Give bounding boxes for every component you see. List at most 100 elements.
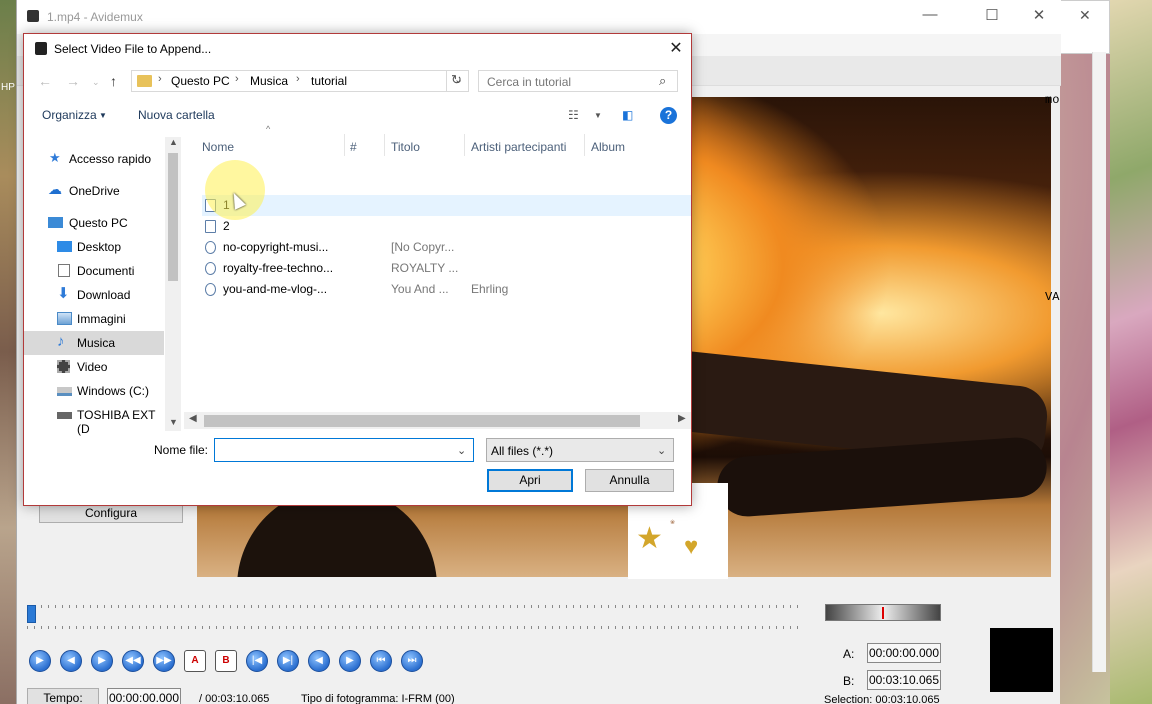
chevron-right-icon[interactable]: ▶ <box>678 413 686 424</box>
current-time-field[interactable]: 00:00:00.000 <box>107 688 181 704</box>
back-icon[interactable]: ← <box>38 73 52 89</box>
chevron-right-icon[interactable]: › <box>158 73 162 85</box>
previous-keyframe-icon[interactable]: ◀◀ <box>122 650 144 672</box>
chevron-down-icon[interactable]: ⌄ <box>657 444 666 457</box>
column-separator[interactable] <box>384 134 385 156</box>
file-title: ROYALTY ... <box>391 261 459 275</box>
nav-item-images[interactable]: Immagini <box>24 307 164 331</box>
chevron-up-icon[interactable]: ▲ <box>169 137 178 147</box>
audio-preview <box>990 628 1053 692</box>
chevron-right-icon[interactable]: › <box>296 73 300 85</box>
navigation-scrollbar[interactable]: ▲ ▼ <box>165 137 181 431</box>
filename-input[interactable]: ⌄ <box>214 438 474 462</box>
address-bar[interactable]: › Questo PC › Musica › tutorial ⌄ ↻ <box>131 70 469 92</box>
nav-item-label: Video <box>77 360 108 374</box>
column-header-album[interactable]: Album <box>591 140 625 154</box>
column-header-title[interactable]: Titolo <box>391 140 420 154</box>
file-row[interactable]: 1 <box>202 195 691 216</box>
minimize-icon[interactable]: — <box>915 6 945 23</box>
set-marker-b-icon[interactable]: B <box>215 650 237 672</box>
chevron-left-icon[interactable]: ◀ <box>189 413 197 424</box>
maximize-icon[interactable]: ☐ <box>977 6 1007 24</box>
nav-item-music[interactable]: ♪ Musica <box>24 331 164 355</box>
column-separator[interactable] <box>464 134 465 156</box>
next-keyframe-icon[interactable]: ▶▶ <box>153 650 175 672</box>
breadcrumb-item[interactable]: tutorial <box>311 74 347 88</box>
file-dialog: Select Video File to Append... ✕ ← → ⌄ ↑… <box>23 33 692 506</box>
nav-item-documents[interactable]: Documenti <box>24 259 164 283</box>
nav-item-quick-access[interactable]: ★ Accesso rapido <box>24 147 164 171</box>
scrollbar-thumb[interactable] <box>168 153 178 281</box>
previous-frame-icon[interactable]: ◀ <box>60 650 82 672</box>
horizontal-scrollbar[interactable]: ◀ ▶ <box>184 412 691 429</box>
configure-button[interactable]: Configura <box>39 503 183 523</box>
time-button[interactable]: Tempo: <box>27 688 99 704</box>
chevron-down-icon[interactable]: ▼ <box>594 111 602 120</box>
refresh-icon[interactable]: ↻ <box>446 70 466 92</box>
nav-item-desktop[interactable]: Desktop <box>24 235 164 259</box>
preview-pane-icon[interactable]: ◧ <box>622 108 633 122</box>
nav-item-label: Accesso rapido <box>69 152 152 166</box>
cancel-button[interactable]: Annulla <box>585 469 674 492</box>
file-row[interactable]: you-and-me-vlog-... You And ... Ehrling <box>202 279 691 300</box>
chevron-down-icon[interactable]: ▼ <box>99 111 107 120</box>
chevron-right-icon[interactable]: › <box>235 73 239 85</box>
nav-item-windows-c[interactable]: Windows (C:) <box>24 379 164 403</box>
new-folder-button[interactable]: Nuova cartella <box>138 108 215 122</box>
column-separator[interactable] <box>584 134 585 156</box>
search-input[interactable]: Cerca in tutorial ⌕ <box>478 70 678 92</box>
goto-end-icon[interactable]: ⏭ <box>401 650 423 672</box>
file-row[interactable]: royalty-free-techno... ROYALTY ... <box>202 258 691 279</box>
close-icon[interactable]: ✕ <box>1024 6 1054 24</box>
timeline-thumb[interactable] <box>27 605 36 623</box>
close-icon[interactable]: ✕ <box>664 38 688 60</box>
marker-b-time: 00:03:10.065 <box>867 670 941 690</box>
help-icon[interactable]: ? <box>660 107 677 124</box>
column-header-name[interactable]: Nome <box>202 140 234 154</box>
usb-drive-icon <box>57 412 72 419</box>
nav-item-video[interactable]: Video <box>24 355 164 379</box>
download-icon: ⬇ <box>57 285 70 302</box>
chevron-down-icon[interactable]: ⌄ <box>457 444 466 457</box>
view-options-icon[interactable]: ☷ <box>568 108 579 122</box>
open-button[interactable]: Apri <box>487 469 573 492</box>
chevron-down-icon[interactable]: ▼ <box>169 417 178 427</box>
column-header-artists[interactable]: Artisti partecipanti <box>471 140 566 154</box>
nav-item-this-pc[interactable]: Questo PC <box>24 211 164 235</box>
close-icon[interactable]: ✕ <box>1079 7 1091 24</box>
set-marker-a-icon[interactable]: A <box>184 650 206 672</box>
up-icon[interactable]: ↑ <box>110 73 117 89</box>
column-header-number[interactable]: # <box>350 140 357 154</box>
file-row[interactable]: 2 <box>202 216 691 237</box>
search-icon[interactable]: ⌕ <box>659 73 666 89</box>
timeline-slider[interactable] <box>27 605 802 623</box>
file-type-select[interactable]: All files (*.*) ⌄ <box>486 438 674 462</box>
nav-item-toshiba-ext[interactable]: TOSHIBA EXT (D <box>24 403 164 436</box>
desktop-background-left: HP <box>0 0 16 704</box>
next-frame-icon[interactable]: ▶ <box>91 650 113 672</box>
music-icon: ♪ <box>57 333 65 350</box>
star-icon: ★ <box>636 522 663 555</box>
app-icon <box>35 42 47 55</box>
scrollbar-thumb[interactable] <box>204 415 640 427</box>
goto-marker-b-icon[interactable]: ▶| <box>277 650 299 672</box>
file-row[interactable]: no-copyright-musi... [No Copyr... <box>202 237 691 258</box>
nav-item-onedrive[interactable]: ☁ OneDrive <box>24 179 164 203</box>
previous-black-frame-icon[interactable]: ◀ <box>308 650 330 672</box>
organize-button[interactable]: Organizza <box>42 108 97 122</box>
column-separator[interactable] <box>344 134 345 156</box>
recent-locations-icon[interactable]: ⌄ <box>92 77 100 88</box>
forward-icon[interactable]: → <box>66 73 80 89</box>
next-black-frame-icon[interactable]: ▶ <box>339 650 361 672</box>
breadcrumb-item[interactable]: Questo PC <box>171 74 230 88</box>
desktop-icon <box>57 241 72 252</box>
thumbnail-decoration: ❀ <box>670 520 676 526</box>
goto-marker-a-icon[interactable]: |◀ <box>246 650 268 672</box>
play-icon[interactable]: ▶ <box>29 650 51 672</box>
goto-start-icon[interactable]: ⏮ <box>370 650 392 672</box>
file-name: 2 <box>223 219 230 233</box>
breadcrumb-item[interactable]: Musica <box>250 74 288 88</box>
nav-item-download[interactable]: ⬇ Download <box>24 283 164 307</box>
marker-a-label: A: <box>843 647 855 661</box>
frame-type: Tipo di fotogramma: I-FRM (00) <box>301 693 455 704</box>
